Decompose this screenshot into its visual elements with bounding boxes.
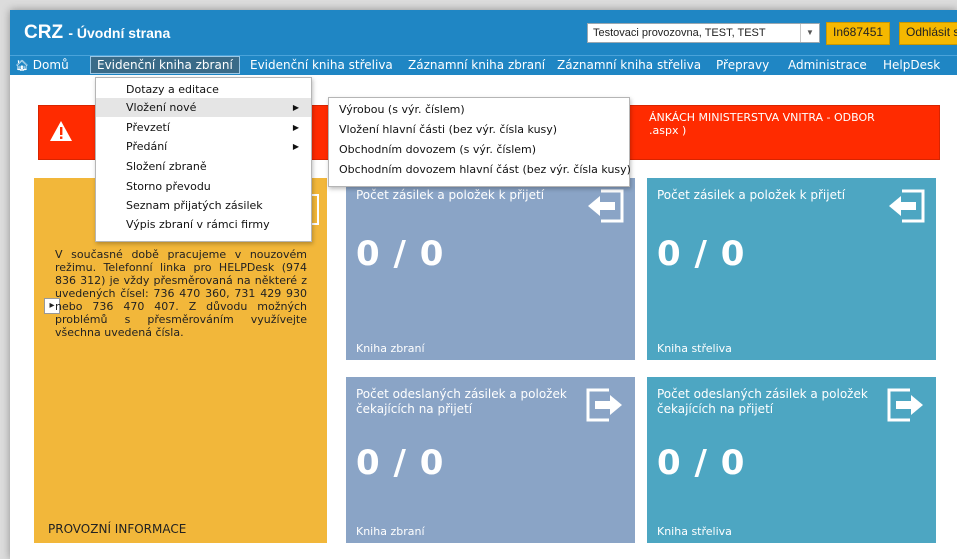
menu-item-vypis-zbrani[interactable]: Výpis zbraní v rámci firmy [96,215,311,234]
menu-item-label: Storno převodu [126,180,211,193]
tile-count: 0 / 0 [356,234,445,274]
tile-outgoing-zbrane[interactable]: Počet odeslaných zásilek a položek čekaj… [346,377,635,543]
incoming-arrow-icon [889,189,925,223]
user-id-badge[interactable]: In687451 [826,22,891,45]
menu-item-label: Seznam přijatých zásilek [126,199,263,212]
tile-title: Počet zásilek a položek k přijetí [657,188,846,202]
nav-administrace[interactable]: Administrace [788,58,867,72]
nav-home-label: Domů [32,58,69,72]
nav-zaznamni-kniha-streliva[interactable]: Záznamní kniha střeliva [557,58,701,72]
nav-submenu: Výrobou (s výr. číslem) Vložení hlavní č… [328,97,631,187]
organization-select-value: Testovaci provozovna, TEST, TEST [593,27,766,39]
tile-count: 0 / 0 [657,234,746,274]
page-title: CRZ - Úvodní strana [24,22,170,44]
nav-zaznamni-kniha-zbrani[interactable]: Záznamní kniha zbraní [408,58,545,72]
menu-item-label: Převzetí [126,121,170,134]
organization-select[interactable]: Testovaci provozovna, TEST, TEST ▼ [587,23,820,43]
menu-item-label: Složení zbraně [126,160,207,173]
app-window: CRZ - Úvodní strana Testovaci provozovna… [10,10,957,559]
tile-title: Počet zásilek a položek k přijetí [356,188,545,202]
tile-count: 0 / 0 [356,443,445,483]
menu-item-slozeni-zbrane[interactable]: Složení zbraně [96,157,311,176]
chevron-right-icon: ▶ [292,142,299,151]
alert-text-line1: ÁNKÁCH MINISTERSTVA VNITRA - ODBOR [649,111,875,124]
tile-outgoing-streliva[interactable]: Počet odeslaných zásilek a položek čekaj… [647,377,936,543]
info-text: V současné době pracujeme v nouzovém rež… [55,248,307,339]
nav-evidencni-kniha-zbrani[interactable]: Evidenční kniha zbraní [90,56,240,74]
tile-incoming-streliva[interactable]: Počet zásilek a položek k přijetí 0 / 0 … [647,178,936,360]
menu-item-label: Vložení nové [126,101,197,114]
submenu-item-obchodnim-dovozem[interactable]: Obchodním dovozem (s výr. číslem) [339,140,536,159]
menu-item-vlozeni-nove[interactable]: Vložení nové ▶ [96,98,311,117]
tile-incoming-zbrane[interactable]: Počet zásilek a položek k přijetí 0 / 0 … [346,178,635,360]
nav-helpdesk[interactable]: HelpDesk [883,58,940,72]
page-subtitle: - Úvodní strana [68,25,171,41]
menu-item-dotazy-a-editace[interactable]: Dotazy a editace [96,80,311,99]
menu-item-label: Výpis zbraní v rámci firmy [126,218,270,231]
warning-icon [50,121,72,141]
menu-item-label: Předání [126,140,168,153]
info-tile-label: PROVOZNÍ INFORMACE [48,522,187,536]
menu-item-label: Dotazy a editace [126,83,219,96]
menu-item-prevzeti[interactable]: Převzetí ▶ [96,118,311,137]
tile-title: Počet odeslaných zásilek a položek čekaj… [356,387,567,416]
nav-dropdown-menu: Dotazy a editace Vložení nové ▶ Převzetí ▶… [95,77,312,242]
nav-evidencni-kniha-streliva[interactable]: Evidenční kniha střeliva [250,58,393,72]
menu-item-storno-prevodu[interactable]: Storno převodu [96,177,311,196]
outgoing-arrow-icon [887,388,923,422]
tile-label: Kniha střeliva [657,342,732,355]
tile-label: Kniha zbraní [356,525,425,538]
outgoing-arrow-icon [586,388,622,422]
submenu-item-vlozeni-hlavni-casti[interactable]: Vložení hlavní části (bez výr. čísla kus… [339,120,557,139]
tile-count: 0 / 0 [657,443,746,483]
logout-button[interactable]: Odhlásit se [899,22,957,45]
menu-item-seznam-prijatych-zasilek[interactable]: Seznam přijatých zásilek [96,196,311,215]
tile-title: Počet odeslaných zásilek a položek čekaj… [657,387,868,416]
app-name: CRZ [24,22,64,43]
main-nav: 🏠︎ Domů Evidenční kniha zbraní Evidenční… [10,55,957,75]
tile-label: Kniha zbraní [356,342,425,355]
submenu-item-vyrobou[interactable]: Výrobou (s výr. číslem) [339,100,465,119]
home-icon: 🏠︎ [15,59,29,72]
nav-prepravy[interactable]: Přepravy [716,58,769,72]
chevron-right-icon: ▶ [292,103,299,112]
alert-text: ÁNKÁCH MINISTERSTVA VNITRA - ODBOR .aspx… [649,111,875,137]
menu-item-predani[interactable]: Předání ▶ [96,137,311,156]
chevron-right-icon: ▶ [292,123,299,132]
alert-text-line2: .aspx ) [649,124,687,137]
nav-home[interactable]: 🏠︎ Domů [15,58,69,72]
chevron-down-icon[interactable]: ▼ [800,24,819,42]
app-header: CRZ - Úvodní strana Testovaci provozovna… [10,10,957,55]
incoming-arrow-icon [588,189,624,223]
submenu-item-obchodnim-dovozem-hlavni-cast[interactable]: Obchodním dovozem hlavní část (bez výr. … [339,160,631,179]
tile-label: Kniha střeliva [657,525,732,538]
